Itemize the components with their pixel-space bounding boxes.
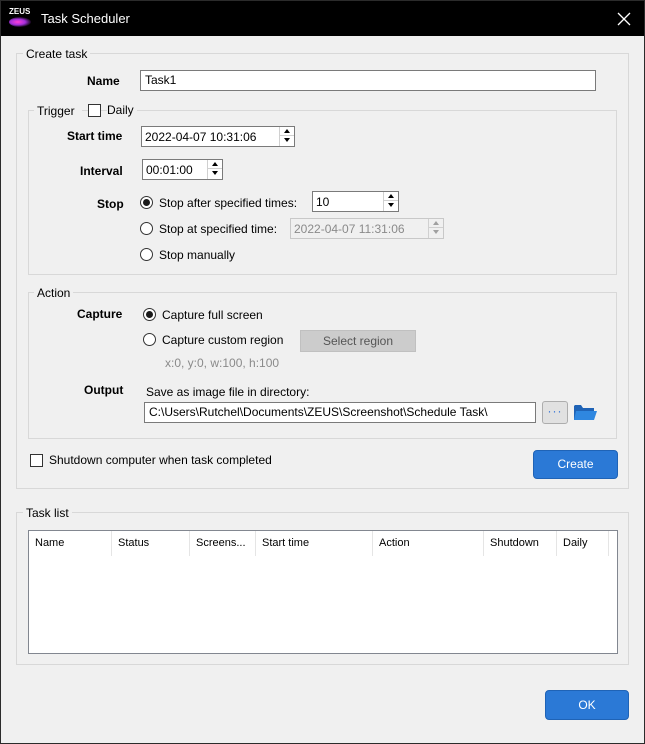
stop-manually-label: Stop manually bbox=[159, 248, 236, 262]
name-label: Name bbox=[87, 74, 120, 88]
browse-button[interactable]: ··· bbox=[542, 401, 568, 424]
create-task-legend: Create task bbox=[23, 47, 91, 61]
output-label: Output bbox=[84, 383, 124, 397]
stop-after-times-radio[interactable] bbox=[140, 196, 153, 209]
capture-label: Capture bbox=[77, 307, 123, 321]
folder-icon[interactable] bbox=[573, 403, 598, 421]
interval-down-arrow[interactable] bbox=[208, 169, 222, 178]
stop-at-time-label: Stop at specified time: bbox=[159, 222, 278, 236]
stop-time-value: 2022-04-07 11:31:06 bbox=[294, 222, 405, 236]
start-time-label: Start time bbox=[67, 129, 123, 143]
select-region-button[interactable]: Select region bbox=[300, 330, 416, 352]
shutdown-checkbox[interactable] bbox=[30, 454, 43, 467]
daily-checkbox[interactable] bbox=[88, 104, 101, 117]
logo-text: ZEUS bbox=[9, 7, 31, 16]
title-bar[interactable]: ZEUS Task Scheduler bbox=[1, 1, 644, 36]
task-list-legend: Task list bbox=[23, 506, 72, 520]
window-title: Task Scheduler bbox=[41, 11, 130, 26]
region-info: x:0, y:0, w:100, h:100 bbox=[165, 356, 280, 370]
stop-at-time-radio[interactable] bbox=[140, 222, 153, 235]
stop-times-value: 10 bbox=[316, 195, 330, 209]
task-list-header: Name Status Screens... Start time Action… bbox=[29, 531, 617, 556]
interval-up-arrow[interactable] bbox=[208, 160, 222, 169]
column-header-status[interactable]: Status bbox=[112, 531, 190, 556]
more-icon: ··· bbox=[547, 404, 563, 418]
stop-time-picker[interactable]: 2022-04-07 11:31:06 bbox=[290, 218, 444, 239]
save-directory-label: Save as image file in directory: bbox=[146, 385, 310, 399]
stop-label: Stop bbox=[97, 197, 124, 211]
stop-manually-radio[interactable] bbox=[140, 248, 153, 261]
column-header-start-time[interactable]: Start time bbox=[256, 531, 373, 556]
interval-picker[interactable]: 00:01:00 bbox=[142, 159, 223, 180]
trigger-legend: Trigger bbox=[34, 104, 82, 118]
name-input[interactable]: Task1 bbox=[140, 70, 596, 91]
interval-label: Interval bbox=[80, 164, 123, 178]
task-list-table[interactable]: Name Status Screens... Start time Action… bbox=[28, 530, 618, 654]
start-time-up-arrow[interactable] bbox=[280, 127, 294, 136]
stop-time-up-arrow[interactable] bbox=[429, 219, 443, 228]
stop-times-stepper[interactable]: 10 bbox=[312, 191, 399, 212]
capture-custom-region-radio[interactable] bbox=[143, 333, 156, 346]
shutdown-label: Shutdown computer when task completed bbox=[49, 453, 272, 467]
task-scheduler-window: ZEUS Task Scheduler Create task Name Tas… bbox=[0, 0, 645, 744]
action-legend: Action bbox=[34, 286, 74, 300]
interval-value: 00:01:00 bbox=[146, 163, 193, 177]
stop-times-down-arrow[interactable] bbox=[384, 201, 398, 210]
stop-times-up-arrow[interactable] bbox=[384, 192, 398, 201]
start-time-picker[interactable]: 2022-04-07 10:31:06 bbox=[141, 126, 295, 147]
start-time-down-arrow[interactable] bbox=[280, 136, 294, 145]
column-header-screenshots[interactable]: Screens... bbox=[190, 531, 256, 556]
close-icon[interactable] bbox=[612, 7, 636, 31]
column-header-daily[interactable]: Daily bbox=[557, 531, 609, 556]
capture-full-screen-label: Capture full screen bbox=[162, 308, 263, 322]
start-time-value: 2022-04-07 10:31:06 bbox=[145, 130, 257, 144]
stop-time-down-arrow[interactable] bbox=[429, 228, 443, 237]
capture-full-screen-radio[interactable] bbox=[143, 308, 156, 321]
column-header-shutdown[interactable]: Shutdown bbox=[484, 531, 557, 556]
ok-button[interactable]: OK bbox=[545, 690, 629, 720]
stop-after-times-label: Stop after specified times: bbox=[159, 196, 298, 210]
capture-custom-region-label: Capture custom region bbox=[162, 333, 284, 347]
daily-label: Daily bbox=[107, 103, 137, 117]
directory-input[interactable]: C:\Users\Rutchel\Documents\ZEUS\Screensh… bbox=[144, 402, 536, 423]
column-header-name[interactable]: Name bbox=[29, 531, 112, 556]
column-header-action[interactable]: Action bbox=[373, 531, 484, 556]
zeus-logo-icon: ZEUS bbox=[9, 7, 33, 29]
create-button[interactable]: Create bbox=[533, 450, 618, 479]
